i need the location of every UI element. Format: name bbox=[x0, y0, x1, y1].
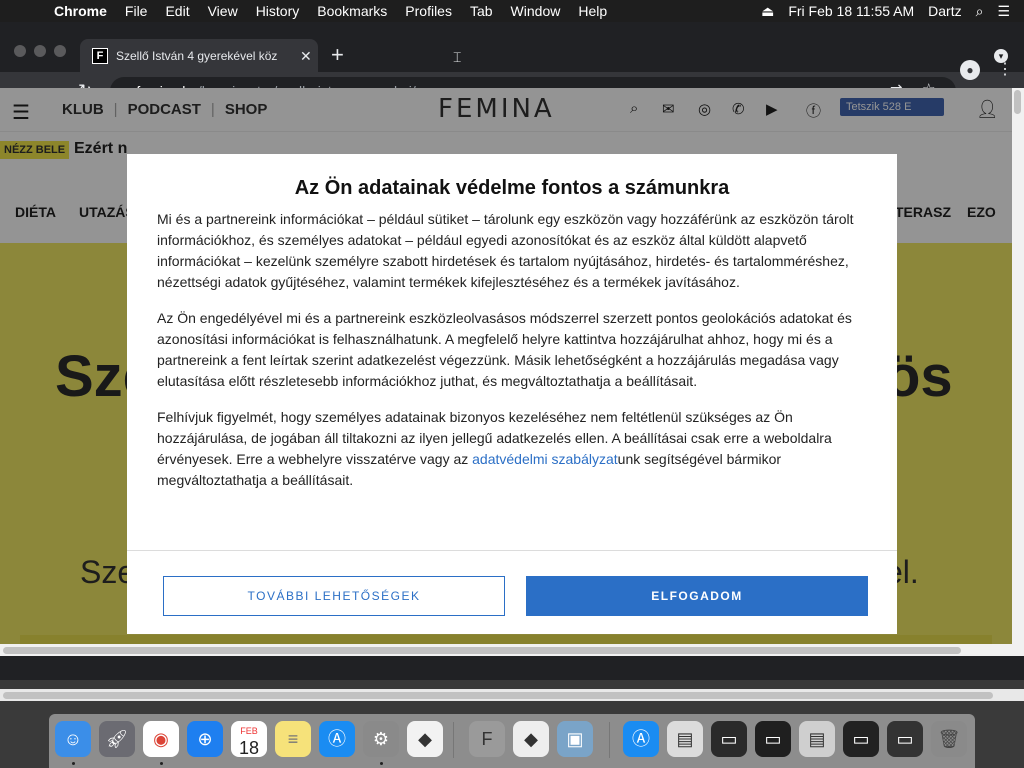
system-preferences-icon[interactable]: ⚙ bbox=[363, 721, 399, 757]
window-thumbnail-icon[interactable]: ▭ bbox=[755, 721, 791, 757]
vertical-scrollbar[interactable] bbox=[1012, 88, 1024, 656]
privacy-policy-link[interactable]: adatvédelmi szabályzat bbox=[472, 451, 618, 467]
tab-strip: F Szellő István 4 gyerekével köz ✕ + ⌶ ▾ bbox=[0, 22, 1024, 73]
calendar-day: 18 bbox=[238, 738, 260, 758]
consent-body: Mi és a partnereink információkat – péld… bbox=[157, 209, 869, 506]
window-thumbnail-icon[interactable]: ▤ bbox=[799, 721, 835, 757]
menu-file[interactable]: File bbox=[125, 3, 148, 19]
notification-center-icon[interactable]: ☰ bbox=[997, 3, 1010, 20]
profile-avatar-icon[interactable]: ● bbox=[960, 60, 980, 80]
eject-icon[interactable]: ⏏ bbox=[761, 3, 774, 20]
menu-profiles[interactable]: Profiles bbox=[405, 3, 452, 19]
new-tab-button[interactable]: + bbox=[331, 44, 344, 66]
dock-separator bbox=[609, 722, 610, 758]
window-bottom-scrollbar[interactable] bbox=[0, 689, 1024, 701]
trash-icon[interactable]: 🗑︎ bbox=[931, 721, 967, 757]
browser-tab-active[interactable]: F Szellő István 4 gyerekével köz ✕ bbox=[80, 39, 318, 73]
window-bottom-scroll-thumb[interactable] bbox=[3, 692, 993, 699]
launchpad-icon[interactable]: 🚀︎ bbox=[99, 721, 135, 757]
preview-icon[interactable]: ▣ bbox=[557, 721, 593, 757]
consent-title: Az Ön adatainak védelme fontos a számunk… bbox=[294, 177, 730, 199]
menu-edit[interactable]: Edit bbox=[165, 3, 189, 19]
menu-tab[interactable]: Tab bbox=[470, 3, 493, 19]
consent-paragraph-2: Az Ön engedélyével mi és a partnereink e… bbox=[157, 310, 852, 389]
spotlight-search-icon[interactable]: ⌕ bbox=[976, 3, 984, 20]
app-store-icon[interactable]: Ⓐ bbox=[319, 721, 355, 757]
running-indicator bbox=[72, 762, 75, 765]
consent-dialog: Az Ön adatainak védelme fontos a számunk… bbox=[127, 154, 897, 634]
femina-favicon-icon: F bbox=[92, 48, 108, 64]
menu-window[interactable]: Window bbox=[511, 3, 561, 19]
menu-help[interactable]: Help bbox=[578, 3, 607, 19]
safari-icon[interactable]: ⊕ bbox=[187, 721, 223, 757]
font-book-icon[interactable]: F bbox=[469, 721, 505, 757]
tab-title: Szellő István 4 gyerekével köz bbox=[116, 49, 278, 63]
text-cursor-icon: ⌶ bbox=[453, 49, 462, 65]
consent-paragraph-3: Felhívjuk figyelmét, hogy személyes adat… bbox=[157, 407, 869, 491]
window-thumbnail-icon[interactable]: ▭ bbox=[887, 721, 923, 757]
horizontal-scroll-thumb[interactable] bbox=[3, 647, 961, 654]
menu-app-chrome[interactable]: Chrome bbox=[54, 3, 107, 19]
downloads-folder-icon[interactable]: Ⓐ bbox=[623, 721, 659, 757]
menu-clock[interactable]: Fri Feb 18 11:55 AM bbox=[788, 3, 914, 19]
horizontal-scrollbar[interactable] bbox=[0, 644, 1012, 656]
menu-bookmarks[interactable]: Bookmarks bbox=[317, 3, 387, 19]
finder-icon[interactable]: ☺ bbox=[55, 721, 91, 757]
calendar-icon[interactable]: FEB 18 bbox=[231, 721, 267, 758]
dock-separator bbox=[453, 722, 454, 758]
browser-menu-icon[interactable]: ⋮ bbox=[997, 59, 1013, 79]
chrome-icon[interactable]: ◉ bbox=[143, 721, 179, 757]
window-zoom-icon[interactable] bbox=[54, 45, 66, 57]
consent-divider bbox=[127, 550, 897, 551]
more-options-button[interactable]: TOVÁBBI LEHETŐSÉGEK bbox=[163, 576, 505, 616]
tab-close-icon[interactable]: ✕ bbox=[300, 48, 312, 65]
running-indicator bbox=[380, 762, 383, 765]
roblox-studio-icon[interactable]: ◆ bbox=[513, 721, 549, 757]
dock: ☺ 🚀︎ ◉ ⊕ FEB 18 ≡ Ⓐ ⚙ ◆ F ◆ ▣ Ⓐ ▤ ▭ ▭ ▤ … bbox=[49, 714, 975, 768]
menu-history[interactable]: History bbox=[256, 3, 300, 19]
document-thumbnail-icon[interactable]: ▤ bbox=[667, 721, 703, 757]
menu-bar: Chrome File Edit View History Bookmarks … bbox=[0, 0, 1024, 22]
roblox-icon[interactable]: ◆ bbox=[407, 721, 443, 757]
window-close-icon[interactable] bbox=[14, 45, 26, 57]
menu-user[interactable]: Dartz bbox=[928, 3, 961, 19]
accept-button[interactable]: ELFOGADOM bbox=[526, 576, 868, 616]
window-minimize-icon[interactable] bbox=[34, 45, 46, 57]
menu-view[interactable]: View bbox=[208, 3, 238, 19]
window-thumbnail-icon[interactable]: ▭ bbox=[843, 721, 879, 757]
running-indicator bbox=[160, 762, 163, 765]
calendar-month: FEB bbox=[240, 726, 258, 736]
notes-icon[interactable]: ≡ bbox=[275, 721, 311, 757]
consent-paragraph-1: Mi és a partnereink információkat – péld… bbox=[157, 211, 854, 290]
vertical-scroll-thumb[interactable] bbox=[1014, 90, 1021, 114]
window-thumbnail-icon[interactable]: ▭ bbox=[711, 721, 747, 757]
